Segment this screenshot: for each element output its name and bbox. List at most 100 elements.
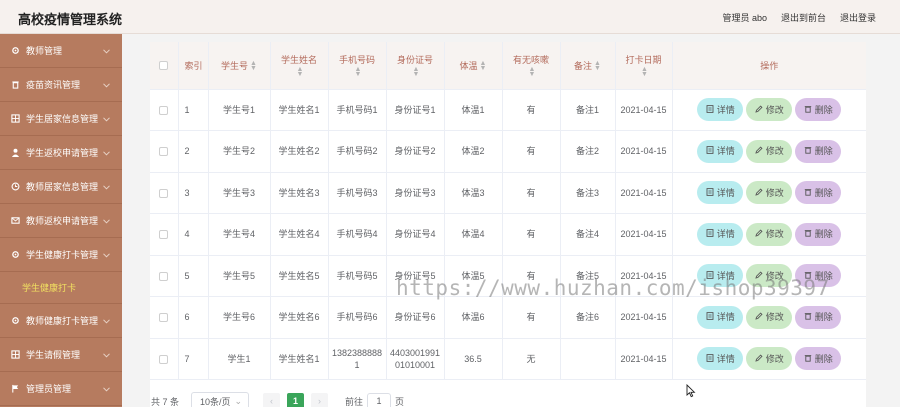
delete-label: 删除	[814, 270, 833, 281]
row-checkbox[interactable]	[159, 105, 169, 115]
header-cough[interactable]: 有无咳嗽 ▲ ▼	[502, 42, 561, 90]
row-select-cell[interactable]	[150, 130, 179, 173]
header-temperature-label: 体温	[459, 60, 478, 71]
edit-button[interactable]: 修改	[746, 181, 793, 205]
sort-icon[interactable]: ▲ ▼	[529, 66, 536, 78]
detail-label: 详情	[716, 312, 735, 323]
row-select-cell[interactable]	[150, 338, 179, 380]
sidebar-item-a3[interactable]: 学生返校申请管理	[0, 136, 122, 170]
delete-button[interactable]: 删除	[795, 264, 842, 288]
sidebar-item-a6[interactable]: 学生健康打卡管理	[0, 238, 122, 272]
header-actions: 操作	[672, 42, 866, 90]
page-number-current[interactable]: 1	[287, 392, 305, 407]
detail-button[interactable]: 详情	[697, 222, 744, 246]
row-select-cell[interactable]	[150, 255, 179, 297]
header-student-no[interactable]: 学生号 ▲ ▼	[208, 42, 271, 90]
header-id-card[interactable]: 身份证号 ▲ ▼	[386, 42, 445, 90]
sidebar-item-a0[interactable]: 教师管理	[0, 34, 122, 68]
table-header-row: 索引 学生号 ▲ ▼ 学生姓名 ▲ ▼ 手机号码 ▲ ▼ 身份证号 ▲ ▼ 体温 ▲ ▼ 有无咳嗽 ▲…	[150, 42, 866, 90]
header-remark-label: 备注	[574, 60, 593, 71]
row-checkbox[interactable]	[159, 188, 169, 198]
pagination: 共 7 条 10条/页 ⌄ ‹ 1 › 前往 1 页	[150, 389, 866, 407]
detail-button[interactable]: 详情	[697, 347, 744, 371]
next-page-button[interactable]: ›	[311, 392, 329, 407]
detail-button[interactable]: 详情	[697, 181, 744, 205]
sidebar-item-a1[interactable]: 疫苗资讯管理	[0, 68, 122, 102]
select-all-cell[interactable]	[150, 42, 179, 90]
delete-button[interactable]: 删除	[795, 98, 842, 122]
edit-button[interactable]: 修改	[746, 139, 793, 163]
sidebar-item-b1[interactable]: 学生请假管理	[0, 338, 122, 372]
detail-label: 详情	[716, 353, 735, 364]
sort-icon[interactable]: ▲ ▼	[413, 66, 420, 78]
delete-label: 删除	[814, 229, 833, 240]
edit-button[interactable]: 修改	[746, 98, 793, 122]
header-student-name-label: 学生姓名	[280, 55, 317, 66]
pencil-icon	[755, 311, 763, 323]
header-phone[interactable]: 手机号码 ▲ ▼	[328, 42, 387, 90]
sort-icon[interactable]: ▲ ▼	[480, 60, 487, 72]
select-all-checkbox[interactable]	[159, 61, 169, 71]
cell-actions: 详情 修改 删除	[672, 172, 866, 214]
delete-button[interactable]: 删除	[795, 139, 842, 163]
header-remark[interactable]: 备注 ▲ ▼	[560, 42, 616, 90]
detail-button[interactable]: 详情	[697, 139, 744, 163]
page-size-select[interactable]: 10条/页 ⌄	[191, 392, 250, 407]
sidebar-item-a5[interactable]: 教师返校申请管理	[0, 204, 122, 238]
detail-button[interactable]: 详情	[697, 264, 744, 288]
cell-phone: 手机号码3	[328, 172, 387, 214]
sidebar-item-a4[interactable]: 教师居家信息管理	[0, 170, 122, 204]
edit-button[interactable]: 修改	[746, 305, 793, 329]
cell-remark: 备注4	[560, 213, 616, 256]
sort-icon[interactable]: ▲ ▼	[250, 60, 257, 72]
cell-remark	[560, 338, 616, 380]
row-select-cell[interactable]	[150, 296, 179, 339]
cell-date: 2021-04-15	[615, 213, 673, 256]
edit-button[interactable]: 修改	[746, 264, 793, 288]
row-checkbox[interactable]	[159, 313, 169, 323]
trash-icon	[804, 353, 812, 365]
delete-button[interactable]: 删除	[795, 347, 842, 371]
header-student-name[interactable]: 学生姓名 ▲ ▼	[270, 42, 329, 90]
header-date[interactable]: 打卡日期 ▲ ▼	[615, 42, 673, 90]
sort-icon[interactable]: ▲ ▼	[355, 66, 362, 78]
detail-button[interactable]: 详情	[697, 305, 744, 329]
cell-id-card: 身份证号5	[386, 255, 445, 297]
cell-actions: 详情 修改 删除	[672, 338, 866, 380]
sidebar-subitem-active[interactable]: 学生健康打卡	[0, 272, 122, 304]
row-checkbox[interactable]	[159, 147, 169, 157]
delete-button[interactable]: 删除	[795, 222, 842, 246]
sidebar-item-b2[interactable]: 管理员管理	[0, 372, 122, 406]
cell-remark: 备注2	[560, 130, 616, 173]
sidebar-item-label: 管理员管理	[26, 384, 72, 394]
to-front-link[interactable]: 退出到前台	[781, 11, 826, 24]
row-checkbox[interactable]	[159, 354, 169, 364]
row-select-cell[interactable]	[150, 213, 179, 256]
cell-temperature: 体温5	[444, 255, 503, 297]
detail-button[interactable]: 详情	[697, 98, 744, 122]
sidebar-item-label: 教师返校申请管理	[26, 216, 99, 226]
row-checkbox[interactable]	[159, 230, 169, 240]
sort-icon[interactable]: ▲ ▼	[594, 60, 601, 72]
header-temperature[interactable]: 体温 ▲ ▼	[444, 42, 503, 90]
row-select-cell[interactable]	[150, 89, 179, 131]
sidebar-item-b0[interactable]: 教师健康打卡管理	[0, 304, 122, 338]
cell-phone: 手机号码6	[328, 296, 387, 339]
sort-icon[interactable]: ▲ ▼	[297, 66, 304, 78]
trash-icon	[804, 311, 812, 323]
logout-link[interactable]: 退出登录	[840, 11, 876, 24]
goto-page-input[interactable]: 1	[367, 392, 392, 407]
edit-button[interactable]: 修改	[746, 222, 793, 246]
sort-icon[interactable]: ▲ ▼	[641, 66, 648, 78]
prev-page-button[interactable]: ‹	[263, 392, 281, 407]
cell-actions: 详情 修改 删除	[672, 130, 866, 173]
sidebar-item-a2[interactable]: 学生居家信息管理	[0, 102, 122, 136]
delete-button[interactable]: 删除	[795, 181, 842, 205]
edit-button[interactable]: 修改	[746, 347, 793, 371]
table-row: 7 学生1 学生姓名1 1382388888 1 4403001991 01010001 36…	[150, 338, 866, 380]
row-checkbox[interactable]	[159, 271, 169, 281]
row-select-cell[interactable]	[150, 172, 179, 214]
cell-student-name: 学生姓名1	[270, 338, 329, 380]
delete-button[interactable]: 删除	[795, 305, 842, 329]
pencil-icon	[755, 353, 763, 365]
